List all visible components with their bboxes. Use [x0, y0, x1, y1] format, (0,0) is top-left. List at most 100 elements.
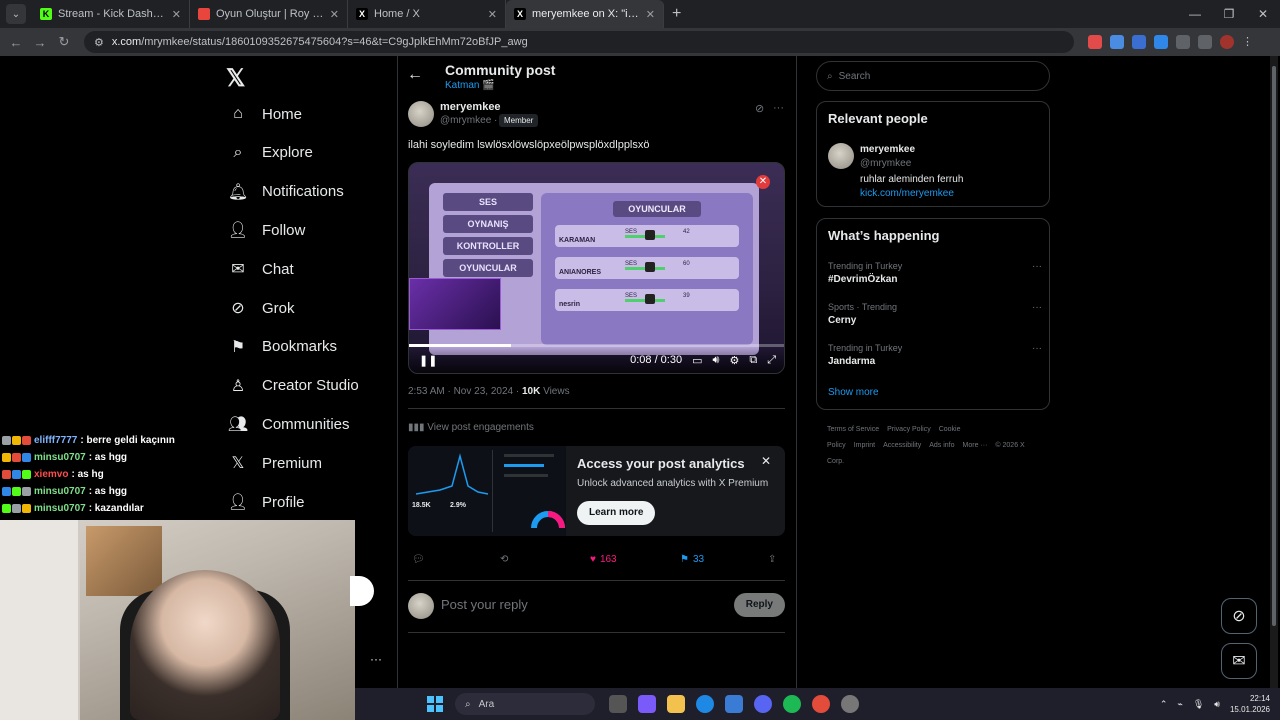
- show-more-link[interactable]: Show more: [828, 387, 879, 398]
- person-avatar[interactable]: [828, 143, 854, 169]
- x-logo-icon[interactable]: 𝕏: [226, 64, 245, 93]
- trend-more-icon[interactable]: ···: [1032, 302, 1042, 313]
- pip-icon[interactable]: ⧉: [749, 354, 757, 367]
- messages-fab-icon[interactable]: ✉: [1221, 643, 1257, 679]
- grok-fab-icon[interactable]: ⊘: [1221, 598, 1257, 634]
- pause-icon[interactable]: ❚❚: [419, 354, 437, 367]
- close-icon[interactable]: ✕: [761, 454, 771, 468]
- edge-icon[interactable]: [696, 695, 714, 713]
- nav-item-profile[interactable]: 👤︎ Profile: [220, 484, 313, 520]
- repost-icon[interactable]: ⟲: [500, 554, 508, 565]
- browser-tab[interactable]: Xmeryemkee on X: "ilahi soy ✕: [506, 0, 664, 28]
- nav-item-explore[interactable]: ⌕ Explore: [220, 135, 321, 171]
- extension-shield-icon[interactable]: [1154, 35, 1168, 49]
- back-button[interactable]: ←: [4, 35, 28, 50]
- account-switcher-button[interactable]: [350, 576, 374, 606]
- browser-tab[interactable]: Oyun Oluştur | Roy G Biv ✕: [190, 0, 348, 28]
- extension-translate-icon[interactable]: [1110, 35, 1124, 49]
- community-name-link[interactable]: Katman 🎬: [445, 80, 495, 91]
- taskbar-clock[interactable]: 22:14 15.01.2026: [1230, 693, 1270, 715]
- forward-button[interactable]: →: [28, 35, 52, 50]
- person-link[interactable]: kick.com/meryemkee: [860, 188, 954, 199]
- trend-more-icon[interactable]: ···: [1032, 343, 1042, 354]
- volume-icon[interactable]: 🔊︎: [713, 354, 720, 367]
- nav-item-grok[interactable]: ⊘ Grok: [220, 290, 303, 326]
- captions-icon[interactable]: ▭: [692, 354, 702, 367]
- extension-red-icon[interactable]: [1088, 35, 1102, 49]
- trend-item[interactable]: Trending in Turkey #DevrimÖzkan ···: [828, 261, 1042, 285]
- file-explorer-icon[interactable]: [667, 695, 685, 713]
- minimize-button[interactable]: —: [1178, 0, 1212, 28]
- footer-link[interactable]: Ads info: [929, 442, 954, 449]
- chrome-icon[interactable]: [812, 695, 830, 713]
- browser-menu-icon[interactable]: ⋮: [1242, 35, 1256, 49]
- taskbar-search[interactable]: ⌕ Ara: [455, 693, 595, 715]
- nav-item-premium[interactable]: 𝕏 Premium: [220, 445, 330, 481]
- person-name[interactable]: meryemkee: [860, 144, 915, 155]
- footer-link[interactable]: Terms of Service: [827, 426, 879, 433]
- author-handle[interactable]: @mrymkee ·: [440, 115, 497, 126]
- discord-icon[interactable]: [754, 695, 772, 713]
- author-name[interactable]: meryemkee: [440, 101, 501, 113]
- restore-button[interactable]: ❐: [1212, 0, 1246, 28]
- extension-audio-icon[interactable]: [1132, 35, 1146, 49]
- browser-tab[interactable]: X Home / X ✕: [348, 0, 506, 28]
- reload-button[interactable]: ↻: [52, 34, 76, 50]
- bookmark-button[interactable]: ⚑ 33: [680, 554, 704, 565]
- grok-icon[interactable]: ⊘: [755, 102, 764, 115]
- tray-volume-icon[interactable]: 🔊︎: [1214, 699, 1220, 710]
- close-window-button[interactable]: ✕: [1246, 0, 1280, 28]
- author-avatar[interactable]: [408, 101, 434, 127]
- nav-item-communities[interactable]: 👥︎ Communities: [220, 406, 358, 442]
- nav-item-follow[interactable]: 👤︎ Follow: [220, 212, 313, 248]
- fullscreen-icon[interactable]: ⤢: [767, 354, 776, 367]
- profile-avatar-icon[interactable]: [1220, 35, 1234, 49]
- trend-item[interactable]: Sports · Trending Cerny ···: [828, 302, 1042, 326]
- app-icon[interactable]: [841, 695, 859, 713]
- browser-tab[interactable]: K Stream - Kick Dashboard ✕: [32, 0, 190, 28]
- tray-mic-icon[interactable]: 🎙︎: [1193, 699, 1204, 710]
- site-info-icon[interactable]: ⚙: [94, 36, 104, 49]
- address-bar[interactable]: ⚙ x.com/mrymkee/status/18601093526754756…: [84, 31, 1074, 53]
- reading-list-icon[interactable]: [1198, 35, 1212, 49]
- new-tab-button[interactable]: +: [672, 5, 681, 23]
- learn-more-button[interactable]: Learn more: [577, 501, 656, 525]
- footer-link[interactable]: Privacy Policy: [887, 426, 931, 433]
- nav-item-bookmarks[interactable]: ⚑ Bookmarks: [220, 329, 345, 365]
- footer-link[interactable]: Accessibility: [883, 442, 921, 449]
- trend-more-icon[interactable]: ···: [1032, 261, 1042, 272]
- view-engagements-link[interactable]: ▮▮▮ View post engagements: [408, 422, 534, 433]
- start-button-icon[interactable]: [427, 696, 443, 712]
- settings-icon[interactable]: ⚙: [729, 354, 739, 367]
- tab-search-button[interactable]: ⌄: [6, 4, 26, 24]
- trend-item[interactable]: Trending in Turkey Jandarma ···: [828, 343, 1042, 367]
- page-scrollbar[interactable]: [1270, 56, 1278, 688]
- post-time[interactable]: 2:53 AM · Nov 23, 2024 ·: [408, 386, 519, 397]
- tab-close-icon[interactable]: ✕: [172, 8, 181, 21]
- share-icon[interactable]: ⇪: [768, 554, 776, 565]
- tray-network-icon[interactable]: ⌁: [1177, 699, 1182, 710]
- footer-link[interactable]: More ···: [963, 442, 988, 449]
- spotify-icon[interactable]: [783, 695, 801, 713]
- reply-icon[interactable]: 💬︎: [412, 554, 425, 565]
- tab-close-icon[interactable]: ✕: [646, 8, 655, 21]
- copilot-icon[interactable]: [638, 695, 656, 713]
- footer-link[interactable]: Imprint: [854, 442, 875, 449]
- reply-button[interactable]: Reply: [733, 593, 785, 617]
- scrollbar-thumb[interactable]: [1272, 66, 1276, 626]
- tray-chevron-icon[interactable]: ⌃: [1160, 699, 1168, 710]
- extensions-puzzle-icon[interactable]: [1176, 35, 1190, 49]
- task-view-icon[interactable]: [609, 695, 627, 713]
- tab-close-icon[interactable]: ✕: [330, 8, 339, 21]
- nav-item-chat[interactable]: ✉ Chat: [220, 251, 302, 287]
- nav-item-home[interactable]: ⌂ Home: [220, 96, 310, 132]
- like-button[interactable]: ♥ 163: [590, 554, 617, 565]
- post-video[interactable]: SES OYNANIŞ KONTROLLER OYUNCULAR OYUNCULAR …: [408, 162, 785, 374]
- tab-close-icon[interactable]: ✕: [488, 8, 497, 21]
- reply-input[interactable]: Post your reply: [441, 597, 528, 612]
- nav-item-creator-studio[interactable]: ♙ Creator Studio: [220, 368, 367, 404]
- store-icon[interactable]: [725, 695, 743, 713]
- nav-item-notifications[interactable]: 🔔︎ Notifications: [220, 174, 352, 210]
- account-more-icon[interactable]: ···: [370, 652, 382, 666]
- more-options-icon[interactable]: ···: [773, 102, 784, 114]
